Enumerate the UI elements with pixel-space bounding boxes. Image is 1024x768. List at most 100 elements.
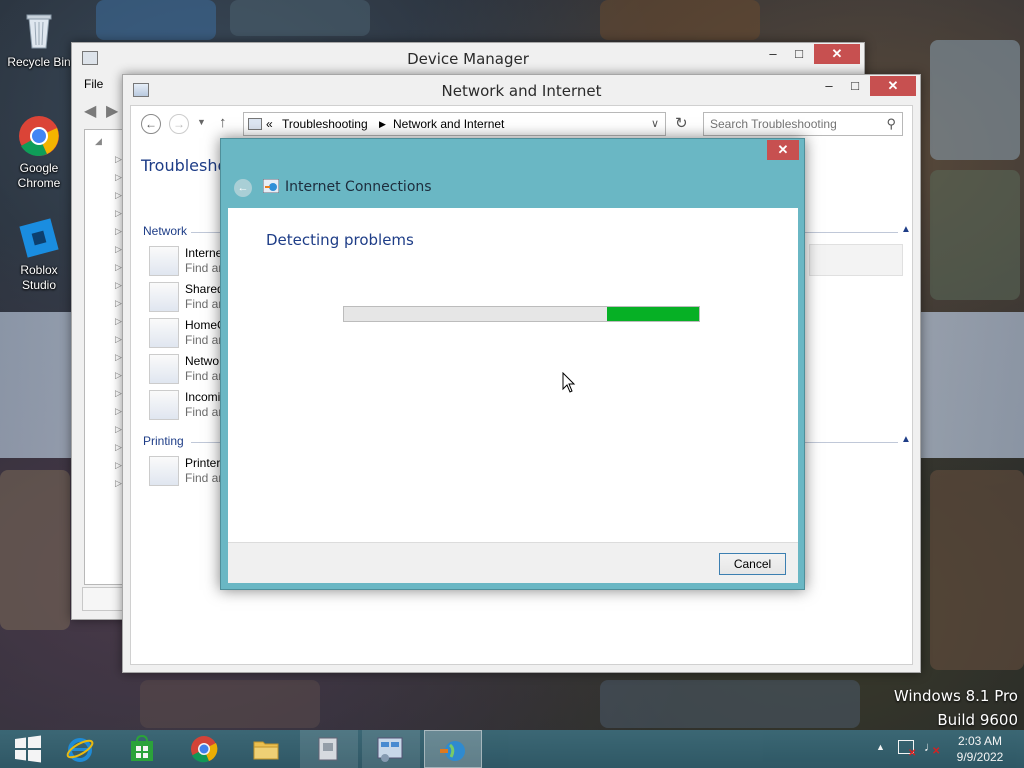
menu-file[interactable]: File [84,77,103,91]
taskbar-store[interactable] [114,730,172,768]
cancel-button[interactable]: Cancel [719,553,786,575]
tree-expand-icon[interactable]: ▷ [115,442,122,453]
back-arrow-icon[interactable]: ◀ [84,101,96,121]
tree-expand-icon[interactable]: ▷ [115,316,122,327]
list-item[interactable]: Incomi Find ar [149,390,229,422]
item-name: Interne [185,246,223,260]
windows-watermark: Windows 8.1 Pro Build 9600 [894,684,1018,732]
taskbar-internet-explorer[interactable] [52,730,110,768]
network-adapter-icon [149,354,179,384]
tree-expand-icon[interactable]: ▷ [115,424,122,435]
breadcrumb-separator-icon[interactable]: ▶ [379,119,386,130]
close-button[interactable]: ✕ [767,140,799,160]
chrome-icon [17,114,61,158]
tree-expand-icon[interactable]: ▷ [115,460,122,471]
recent-locations-icon[interactable]: ▼ [197,117,206,127]
list-item[interactable]: Shared Find ar [149,282,229,314]
navigation-bar: ← → ▼ ↑ « Troubleshooting ▶ Network and … [131,112,912,138]
internet-explorer-icon [66,738,94,762]
device-manager-titlebar[interactable]: Device Manager – □ ✕ [72,43,864,74]
network-error-icon: ✕ [908,748,917,759]
minimize-button[interactable]: – [760,44,786,64]
tree-expand-icon[interactable]: ▷ [115,280,122,291]
device-tree[interactable]: ◢ ▷ ▷ ▷ ▷ ▷ ▷ ▷ ▷ ▷ ▷ ▷ ▷ ▷ ▷ ▷ ▷ ▷ ▷ ▷ [84,129,124,585]
tree-expand-icon[interactable]: ▷ [115,478,122,489]
tree-expand-icon[interactable]: ▷ [115,406,122,417]
window-title: Device Manager [407,50,529,68]
taskbar-chrome[interactable] [176,730,234,768]
tree-expand-icon[interactable]: ▷ [115,226,122,237]
troubleshooter-dialog: ✕ ← Internet Connections Detecting probl… [220,138,805,590]
breadcrumb-network-and-internet[interactable]: Network and Internet [393,117,504,131]
incoming-connections-icon [149,390,179,420]
refresh-icon[interactable]: ↻ [675,114,688,132]
network-window-titlebar[interactable]: Network and Internet – □ ✕ [123,75,920,106]
back-button[interactable]: ← [141,114,161,134]
window-title: Network and Internet [441,82,602,100]
status-bar [82,587,124,611]
desktop-icon-roblox-studio[interactable]: Roblox Studio [3,216,75,293]
recycle-bin-icon [17,8,61,52]
item-description: Find ar [185,261,223,275]
desktop-icon-chrome[interactable]: Google Chrome [3,114,75,191]
control-panel-icon [377,737,403,762]
taskbar-control-panel[interactable] [362,730,420,768]
maximize-button[interactable]: □ [786,44,812,64]
list-item[interactable]: Interne Find ar [149,246,229,278]
control-panel-icon [248,118,262,130]
hover-highlight [809,244,903,276]
close-button[interactable]: ✕ [814,44,860,64]
roblox-studio-icon [17,216,61,260]
taskbar-clock[interactable]: 2:03 AM 9/9/2022 [952,733,1008,765]
list-item[interactable]: Netwo Find ar [149,354,229,386]
breadcrumb-overflow[interactable]: « [266,117,273,131]
back-button[interactable]: ← [234,179,252,197]
item-description: Find ar [185,297,223,311]
dialog-body: Detecting problems [228,208,798,542]
search-icon[interactable]: ⚲ [886,116,896,132]
tree-expand-icon[interactable]: ▷ [115,388,122,399]
progress-fill [606,307,699,321]
volume-mute-mark-icon: ✕ [932,746,941,757]
taskbar-troubleshooter[interactable] [424,730,482,768]
tree-expand-icon[interactable]: ▷ [115,370,122,381]
list-item[interactable]: HomeG Find ar [149,318,229,350]
item-description: Find ar [185,333,223,347]
maximize-button[interactable]: □ [842,76,868,96]
mouse-cursor-icon [562,372,576,393]
tree-expand-icon[interactable]: ▷ [115,172,122,183]
start-button[interactable] [0,730,58,768]
taskbar-device-manager[interactable] [300,730,358,768]
tree-expand-icon[interactable]: ▷ [115,244,122,255]
list-item[interactable]: Printer Find ar [149,456,229,488]
collapse-chevron-icon[interactable]: ▲ [901,224,911,235]
tree-expand-icon[interactable]: ▷ [115,208,122,219]
item-description: Find ar [185,369,223,383]
forward-arrow-icon[interactable]: ▶ [106,101,118,121]
minimize-button[interactable]: – [816,76,842,96]
address-bar[interactable]: « Troubleshooting ▶ Network and Internet… [243,112,666,136]
windows-store-icon [131,734,153,761]
item-name: Netwo [185,354,220,368]
search-input[interactable] [708,114,878,134]
show-hidden-icons-icon[interactable]: ▲ [876,742,885,752]
tree-expand-icon[interactable]: ▷ [115,190,122,201]
group-title-network: Network [143,224,188,238]
forward-button[interactable]: → [169,114,189,134]
tree-expand-icon[interactable]: ▷ [115,262,122,273]
breadcrumb-troubleshooting[interactable]: Troubleshooting [282,117,368,131]
tree-expand-icon[interactable]: ▷ [115,154,122,165]
tree-expand-icon[interactable]: ▷ [115,334,122,345]
desktop-icon-recycle-bin[interactable]: Recycle Bin [3,8,75,70]
tree-expand-icon[interactable]: ▷ [115,352,122,363]
address-dropdown-icon[interactable]: ∨ [651,117,659,130]
device-manager-icon [318,737,338,761]
close-button[interactable]: ✕ [870,76,916,96]
collapse-chevron-icon[interactable]: ▲ [901,434,911,445]
tree-expand-icon[interactable]: ◢ [95,136,102,147]
tree-expand-icon[interactable]: ▷ [115,298,122,309]
search-box[interactable]: ⚲ [703,112,903,136]
taskbar-file-explorer[interactable] [238,730,296,768]
watermark-build: Build 9600 [937,711,1018,729]
up-arrow-icon[interactable]: ↑ [219,114,227,131]
